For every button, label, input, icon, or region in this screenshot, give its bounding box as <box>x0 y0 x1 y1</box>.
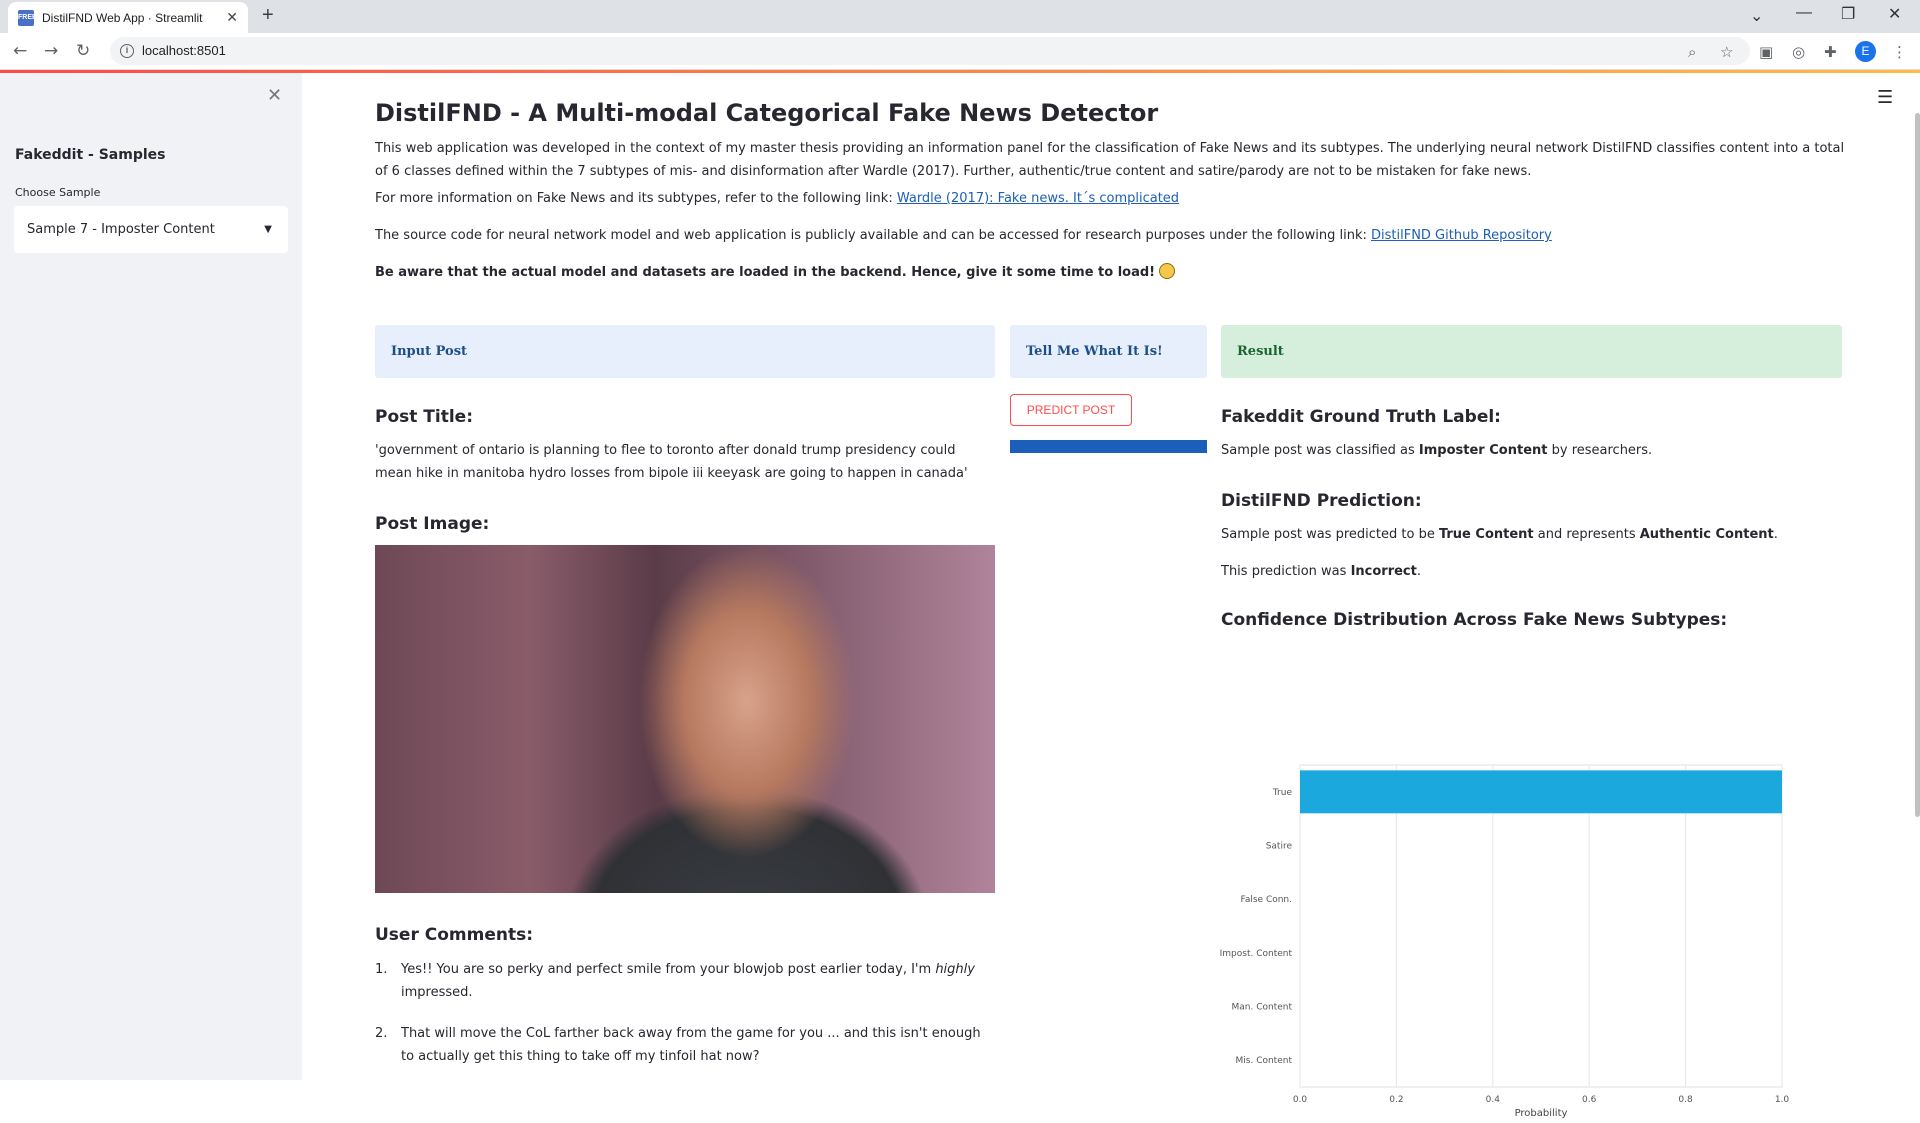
ground-truth-heading: Fakeddit Ground Truth Label: <box>1221 407 1501 427</box>
hamburger-menu-icon[interactable]: ☰ <box>1877 87 1893 108</box>
intro-paragraph: This web application was developed in th… <box>375 141 1845 179</box>
profile-avatar[interactable]: E <box>1855 41 1876 62</box>
progress-fill <box>1010 440 1207 453</box>
x-tick-label: 0.8 <box>1678 1095 1693 1105</box>
correctness-text: This prediction was Incorrect. <box>1221 560 1841 583</box>
ground-truth-label: Imposter Content <box>1418 443 1548 458</box>
bar <box>1300 770 1782 814</box>
browser-toolbar: ← → ↻ i localhost:8501 ⌕ ☆ ▣ ◎ ✚ E ⋮ <box>0 33 1920 70</box>
input-post-panel: Input Post <box>375 325 995 378</box>
post-image <box>375 545 995 893</box>
ground-truth-post: by researchers. <box>1547 443 1653 458</box>
correctness-end: . <box>1416 564 1421 579</box>
post-image-heading: Post Image: <box>375 514 490 534</box>
sample-select-label: Choose Sample <box>15 186 101 199</box>
tab-title: DistilFND Web App · Streamlit <box>42 10 203 25</box>
prediction-mid: and represents <box>1533 527 1640 542</box>
y-tick-label: True <box>1272 788 1293 798</box>
chevron-down-icon: ▼ <box>264 224 272 235</box>
forward-icon[interactable]: → <box>44 41 58 61</box>
confidence-bar-chart: 0.0 0.2 0.4 0.6 0.8 1.0 Probability True Satire F… <box>1220 764 1790 1119</box>
x-tick-label: 0.6 <box>1582 1095 1597 1105</box>
restore-icon[interactable]: ❐ <box>1841 4 1855 24</box>
prediction-heading: DistilFND Prediction: <box>1221 491 1422 511</box>
sidebar-close-icon[interactable]: ✕ <box>267 85 282 106</box>
grinning-emoji-icon <box>1159 263 1176 279</box>
minimize-icon[interactable]: — <box>1796 4 1812 22</box>
x-tick-label: 0.2 <box>1389 1095 1403 1105</box>
prediction-end: . <box>1773 527 1778 542</box>
more-info-paragraph: For more information on Fake News and it… <box>375 187 1855 210</box>
prediction-category: Authentic Content <box>1639 527 1774 542</box>
tab-search-icon[interactable]: ⌄ <box>1750 6 1763 26</box>
comment-number: 1. <box>375 962 388 977</box>
browser-tab-bar: FREE DistilFND Web App · Streamlit ✕ + ⌄… <box>0 0 1920 33</box>
user-comments-heading: User Comments: <box>375 925 534 945</box>
zoom-icon[interactable]: ⌕ <box>1688 43 1696 61</box>
sample-select-value: Sample 7 - Imposter Content <box>27 222 215 237</box>
result-panel: Result <box>1221 325 1842 378</box>
correctness-pre: This prediction was <box>1221 564 1351 579</box>
ground-truth-text: Sample post was classified as Imposter C… <box>1221 439 1841 462</box>
warning-text: Be aware that the actual model and datas… <box>375 265 1156 280</box>
github-link[interactable]: DistilFND Github Repository <box>1371 228 1552 243</box>
predict-post-button[interactable]: PREDICT POST <box>1010 394 1132 426</box>
prediction-pre: Sample post was predicted to be <box>1221 527 1439 542</box>
browser-menu-icon[interactable]: ⋮ <box>1892 43 1907 61</box>
new-tab-icon[interactable]: + <box>262 4 274 27</box>
browser-tab[interactable]: FREE DistilFND Web App · Streamlit ✕ <box>8 2 248 33</box>
main-content: ☰ DistilFND - A Multi-modal Categorical … <box>302 73 1920 1119</box>
post-title-heading: Post Title: <box>375 407 474 427</box>
extension-2-icon[interactable]: ◎ <box>1792 43 1805 61</box>
prediction-progress-bar <box>1010 440 1207 453</box>
correctness-value: Incorrect <box>1350 564 1417 579</box>
back-icon[interactable]: ← <box>13 41 27 61</box>
x-axis-label: Probability <box>1515 1108 1568 1119</box>
wardle-link[interactable]: Wardle (2017): Fake news. It´s complicat… <box>897 191 1179 206</box>
url-text: localhost:8501 <box>142 43 226 58</box>
streamlit-favicon-icon: FREE <box>18 9 37 26</box>
comment-number: 2. <box>375 1026 388 1041</box>
sample-select[interactable]: Sample 7 - Imposter Content ▼ <box>14 206 288 253</box>
confidence-heading: Confidence Distribution Across Fake News… <box>1221 610 1728 630</box>
y-tick-label: Man. Content <box>1232 1003 1293 1013</box>
tell-me-panel: Tell Me What It Is! <box>1010 325 1207 378</box>
bookmark-star-icon[interactable]: ☆ <box>1720 43 1733 61</box>
sidebar-title: Fakeddit - Samples <box>15 147 166 163</box>
comment-text-end: impressed. <box>401 985 473 1000</box>
comment-text: Yes!! You are so perky and perfect smile… <box>401 962 936 977</box>
comment-emphasis: highly <box>935 962 975 977</box>
warning-paragraph: Be aware that the actual model and datas… <box>375 261 1855 284</box>
y-tick-label: False Conn. <box>1240 895 1292 905</box>
scrollbar[interactable] <box>1915 113 1920 817</box>
site-info-icon[interactable]: i <box>120 44 134 58</box>
y-tick-label: Satire <box>1266 842 1293 852</box>
extensions-puzzle-icon[interactable]: ✚ <box>1824 43 1837 61</box>
page-title: DistilFND - A Multi-modal Categorical Fa… <box>375 99 1159 127</box>
prediction-text: Sample post was predicted to be True Con… <box>1221 523 1841 546</box>
post-title-text: 'government of ontario is planning to fl… <box>375 443 968 481</box>
sidebar: ✕ Fakeddit - Samples Choose Sample Sampl… <box>0 73 302 1080</box>
x-tick-label: 1.0 <box>1775 1095 1790 1105</box>
reload-icon[interactable]: ↻ <box>76 41 90 61</box>
prediction-label: True Content <box>1438 527 1534 542</box>
address-bar[interactable]: i localhost:8501 <box>110 37 1750 65</box>
extension-icon[interactable]: ▣ <box>1759 43 1773 61</box>
x-tick-label: 0.4 <box>1486 1095 1501 1105</box>
comment-item: 2. That will move the CoL farther back aw… <box>375 1022 995 1068</box>
comment-text: That will move the CoL farther back away… <box>401 1026 981 1064</box>
x-tick-label: 0.0 <box>1293 1095 1308 1105</box>
tab-close-icon[interactable]: ✕ <box>226 9 238 26</box>
y-tick-label: Mis. Content <box>1236 1056 1293 1066</box>
comments-list: 1. Yes!! You are so perky and perfect smi… <box>375 958 995 1086</box>
y-tick-label: Impost. Content <box>1220 949 1293 959</box>
source-text: The source code for neural network model… <box>375 228 1371 243</box>
source-paragraph: The source code for neural network model… <box>375 224 1855 247</box>
comment-item: 1. Yes!! You are so perky and perfect smi… <box>375 958 995 1004</box>
window-close-icon[interactable]: ✕ <box>1888 4 1901 24</box>
ground-truth-pre: Sample post was classified as <box>1221 443 1419 458</box>
more-info-text: For more information on Fake News and it… <box>375 191 897 206</box>
